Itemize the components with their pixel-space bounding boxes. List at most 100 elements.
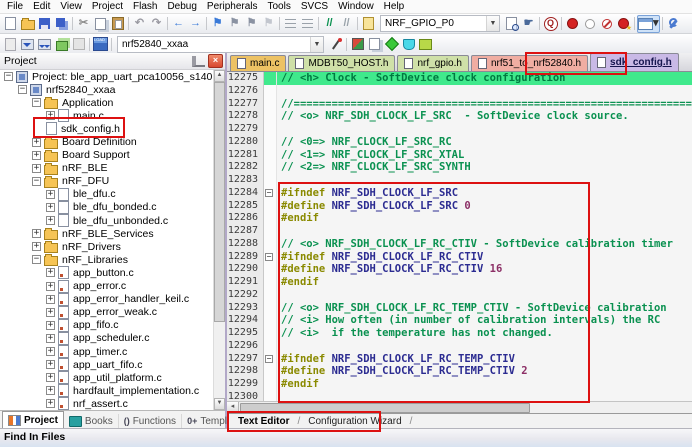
code-line-12284[interactable]: 12284−#ifndef NRF_SDH_CLOCK_LF_SRC [227, 187, 692, 200]
tree-item-app-scheduler-c[interactable]: +app_scheduler.c [0, 332, 225, 345]
collapse-box[interactable]: − [18, 85, 27, 94]
indent-button[interactable] [299, 16, 316, 32]
scroll-up-button[interactable]: ▲ [214, 70, 225, 82]
software-packs-button[interactable] [417, 36, 434, 52]
menu-help[interactable]: Help [379, 0, 410, 13]
tree-item-ble-dfu-bonded-c[interactable]: +ble_dfu_bonded.c [0, 201, 225, 214]
close-panel-button[interactable]: × [208, 54, 223, 68]
batch-build-button[interactable] [53, 36, 70, 52]
expand-box[interactable]: + [46, 321, 55, 330]
stop-build-button[interactable] [70, 36, 87, 52]
tree-item-application[interactable]: −Application [0, 96, 225, 109]
breakpoint-insert-button[interactable] [564, 16, 581, 32]
incremental-find-button[interactable]: ☛ [520, 16, 537, 32]
menu-project[interactable]: Project [87, 0, 128, 13]
code-line-12292[interactable]: 12292 [227, 289, 692, 302]
code-line-12299[interactable]: 12299#endif [227, 378, 692, 391]
editor-tab-mdbt50-host-h[interactable]: MDBT50_HOST.h [288, 55, 395, 71]
breakpoint-kill-all-button[interactable] [615, 16, 632, 32]
code-line-12281[interactable]: 12281// <1=> NRF_CLOCK_LF_SRC_XTAL [227, 149, 692, 162]
code-line-12280[interactable]: 12280// <0=> NRF_CLOCK_LF_SRC_RC [227, 136, 692, 149]
tree-item-app-error-weak-c[interactable]: +app_error_weak.c [0, 306, 225, 319]
download-to-flash-button[interactable] [92, 36, 109, 52]
collapse-box[interactable]: − [32, 98, 41, 107]
unindent-button[interactable] [282, 16, 299, 32]
find-dialog-button[interactable] [360, 16, 377, 32]
menu-peripherals[interactable]: Peripherals [202, 0, 263, 13]
cut-button[interactable]: ✂ [75, 16, 92, 32]
editor-tab-nrf-gpio-h[interactable]: nrf_gpio.h [397, 55, 468, 71]
expand-box[interactable]: + [46, 203, 55, 212]
expand-box[interactable]: + [46, 216, 55, 225]
menu-svcs[interactable]: SVCS [296, 0, 333, 13]
editor-horizontal-scrollbar[interactable]: ◂ [227, 401, 692, 413]
code-line-12276[interactable]: 12276 [227, 85, 692, 98]
expand-box[interactable]: + [32, 164, 41, 173]
expand-box[interactable]: + [32, 242, 41, 251]
panel-tab-project[interactable]: Project [2, 411, 64, 428]
dropdown-arrow-icon[interactable]: ▼ [486, 16, 499, 31]
tree-item-nrf52840-xxaa[interactable]: −nrf52840_xxaa [0, 83, 225, 96]
expand-box[interactable]: + [46, 268, 55, 277]
scroll-down-button[interactable]: ▼ [214, 398, 225, 410]
file-extensions-books-button[interactable] [366, 36, 383, 52]
code-editor[interactable]: 12275// <h> Clock - SoftDevice clock con… [227, 72, 692, 401]
pin-icon[interactable] [192, 56, 205, 67]
menu-tools[interactable]: Tools [263, 0, 296, 13]
scrollbar-thumb[interactable] [240, 403, 530, 413]
undo-button[interactable]: ↶ [131, 16, 148, 32]
panel-tab-functions[interactable]: ()Functions [119, 414, 182, 428]
code-line-12282[interactable]: 12282// <2=> NRF_CLOCK_LF_SRC_SYNTH [227, 161, 692, 174]
collapse-box[interactable]: − [4, 72, 13, 81]
uncomment-selection-button[interactable]: // [338, 16, 355, 32]
expand-box[interactable]: + [32, 138, 41, 147]
code-line-12287[interactable]: 12287 [227, 225, 692, 238]
code-line-12289[interactable]: 12289−#ifndef NRF_SDH_CLOCK_LF_RC_CTIV [227, 251, 692, 264]
code-analysis-button[interactable]: Q [542, 16, 559, 32]
code-line-12286[interactable]: 12286#endif [227, 212, 692, 225]
menu-window[interactable]: Window [333, 0, 379, 13]
tree-item-app-error-handler-keil-c[interactable]: +app_error_handler_keil.c [0, 293, 225, 306]
menu-flash[interactable]: Flash [128, 0, 162, 13]
bookmark-next-button[interactable]: ⚑ [243, 16, 260, 32]
project-tree-scrollbar[interactable]: ▲ ▼ [213, 70, 225, 410]
paste-button[interactable] [109, 16, 126, 32]
code-line-12290[interactable]: 12290#define NRF_SDH_CLOCK_LF_RC_CTIV 16 [227, 263, 692, 276]
save-all-button[interactable] [53, 16, 70, 32]
open-file-button[interactable] [19, 16, 36, 32]
tree-item-nrf-drivers[interactable]: +nRF_Drivers [0, 240, 225, 253]
dropdown-arrow-icon[interactable]: ▼ [310, 37, 323, 52]
new-file-button[interactable] [2, 16, 19, 32]
tree-item-ble-dfu-c[interactable]: +ble_dfu.c [0, 188, 225, 201]
panel-tab-books[interactable]: Books [64, 414, 119, 428]
code-line-12300[interactable]: 12300 [227, 391, 692, 401]
expand-box[interactable]: + [46, 190, 55, 199]
menu-edit[interactable]: Edit [28, 0, 55, 13]
fold-collapse-box[interactable]: − [265, 253, 273, 261]
tree-item-board-support[interactable]: +Board Support [0, 149, 225, 162]
copy-button[interactable] [92, 16, 109, 32]
expand-box[interactable]: + [46, 295, 55, 304]
code-line-12277[interactable]: 12277//=================================… [227, 98, 692, 111]
code-line-12297[interactable]: 12297−#ifndef NRF_SDH_CLOCK_LF_RC_TEMP_C… [227, 353, 692, 366]
tree-item-nrf-ble-services[interactable]: +nRF_BLE_Services [0, 227, 225, 240]
tree-item-nrf-ble[interactable]: +nRF_BLE [0, 162, 225, 175]
debug-windows-dropdown-button[interactable]: ▾ [637, 15, 660, 33]
breakpoint-enable-disable-button[interactable] [581, 16, 598, 32]
redo-button[interactable]: ↷ [148, 16, 165, 32]
translate-file-button[interactable] [2, 36, 19, 52]
code-line-12298[interactable]: 12298#define NRF_SDH_CLOCK_LF_RC_TEMP_CT… [227, 365, 692, 378]
code-line-12288[interactable]: 12288// <o> NRF_SDH_CLOCK_LF_RC_CTIV - S… [227, 238, 692, 251]
bookmark-clear-all-button[interactable]: ⚑ [260, 16, 277, 32]
tree-item-nrf-libraries[interactable]: −nRF_Libraries [0, 253, 225, 266]
code-line-12293[interactable]: 12293// <o> NRF_SDH_CLOCK_LF_RC_TEMP_CTI… [227, 302, 692, 315]
code-line-12285[interactable]: 12285#define NRF_SDH_CLOCK_LF_SRC 0 [227, 200, 692, 213]
tree-item-app-util-platform-c[interactable]: +app_util_platform.c [0, 371, 225, 384]
tree-item-nrf-assert-c[interactable]: +nrf_assert.c [0, 397, 225, 410]
code-line-12291[interactable]: 12291#endif [227, 276, 692, 289]
navigate-forward-button[interactable]: → [187, 16, 204, 32]
code-line-12279[interactable]: 12279 [227, 123, 692, 136]
editor-tab-nrf51-to-nrf52840-h[interactable]: nrf51_to_nrf52840.h [471, 55, 588, 71]
tree-item-ble-dfu-unbonded-c[interactable]: +ble_dfu_unbonded.c [0, 214, 225, 227]
bookmark-toggle-button[interactable]: ⚑ [209, 16, 226, 32]
